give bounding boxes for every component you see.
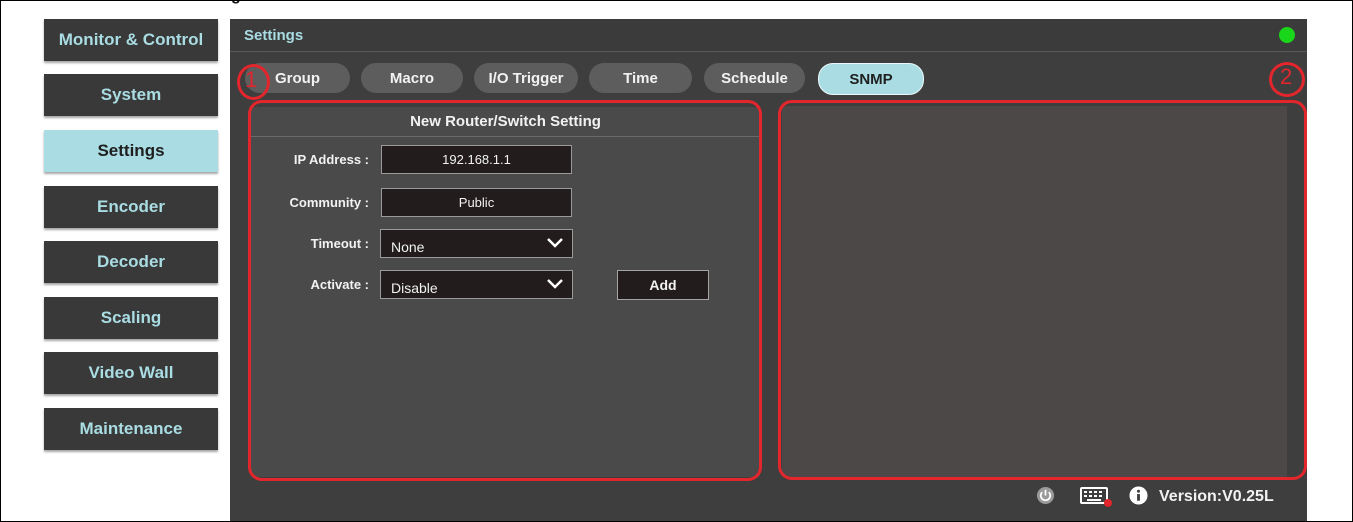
sidebar-item-video-wall[interactable]: Video Wall (44, 352, 218, 394)
info-icon[interactable] (1129, 486, 1148, 505)
annotation-box-list (778, 100, 1307, 480)
tab-snmp[interactable]: SNMP (818, 63, 924, 95)
power-icon[interactable] (1036, 486, 1055, 505)
sidebar-item-maintenance[interactable]: Maintenance (44, 408, 218, 450)
cropped-heading-text: g (231, 1, 251, 5)
annotation-number-1: 1 (245, 67, 258, 92)
sidebar-item-decoder[interactable]: Decoder (44, 241, 218, 283)
sidebar-item-settings[interactable]: Settings (44, 130, 218, 172)
status-indicator-icon (1279, 27, 1295, 43)
panel-title: Settings (244, 27, 304, 44)
screenshot-frame: g Monitor & Control System Settings Enco… (0, 0, 1353, 522)
sidebar-item-encoder[interactable]: Encoder (44, 186, 218, 228)
sidebar-item-scaling[interactable]: Scaling (44, 297, 218, 339)
sidebar-item-system[interactable]: System (44, 74, 218, 116)
sidebar-item-monitor-control[interactable]: Monitor & Control (44, 19, 218, 61)
tab-macro[interactable]: Macro (361, 63, 463, 93)
footer-toolbar: Version:V0.25L (1036, 485, 1296, 513)
keyboard-icon[interactable] (1079, 485, 1113, 507)
tab-io-trigger[interactable]: I/O Trigger (474, 63, 578, 93)
annotation-box-form (248, 100, 762, 481)
annotation-number-2: 2 (1280, 64, 1293, 89)
cropped-heading: g (101, 1, 301, 7)
panel-header: Settings (230, 19, 1307, 52)
tab-time[interactable]: Time (589, 63, 692, 93)
tab-schedule[interactable]: Schedule (704, 63, 805, 93)
version-label: Version:V0.25L (1159, 488, 1274, 505)
